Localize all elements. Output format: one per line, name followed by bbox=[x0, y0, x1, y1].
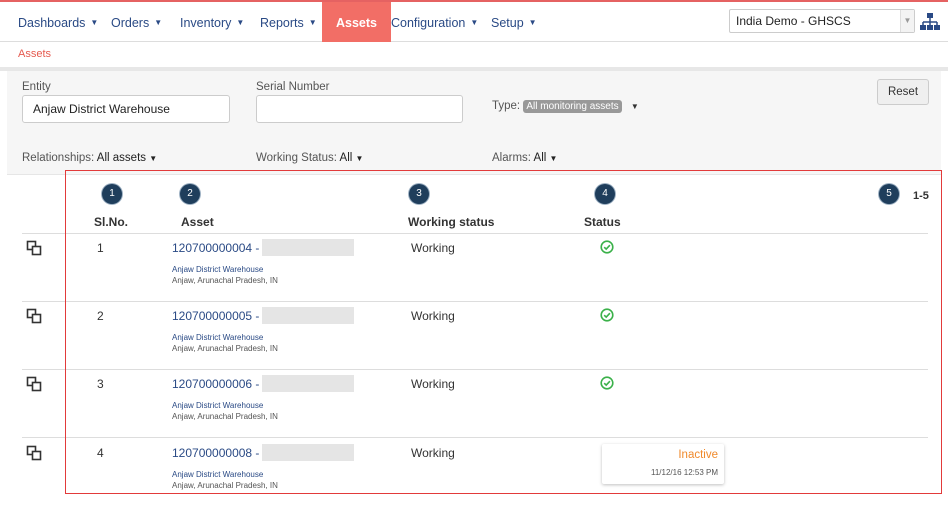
nav-setup[interactable]: Setup ▼ bbox=[491, 2, 537, 42]
redacted-text bbox=[262, 444, 354, 461]
caret-down-icon: ▼ bbox=[149, 154, 158, 163]
working-status-filter[interactable]: Working Status: All ▼ bbox=[256, 152, 363, 164]
nav-assets[interactable]: Assets bbox=[322, 2, 391, 42]
asset-entity[interactable]: Anjaw District Warehouse bbox=[172, 333, 263, 342]
marker-badge: 5 bbox=[879, 184, 899, 204]
status-timestamp: 11/12/16 12:53 PM bbox=[650, 468, 718, 477]
check-circle-icon bbox=[600, 376, 614, 390]
column-header-slno: Sl.No. bbox=[94, 215, 129, 229]
caret-down-icon: ▼ bbox=[355, 154, 364, 163]
nav-reports[interactable]: Reports ▼ bbox=[260, 2, 317, 42]
relationships-label: Relationships: bbox=[22, 152, 95, 164]
marker-badge: 4 bbox=[595, 184, 615, 204]
row-slno: 3 bbox=[97, 377, 104, 391]
nav-inventory[interactable]: Inventory ▼ bbox=[180, 2, 244, 42]
serial-number-field[interactable] bbox=[256, 95, 463, 123]
relationships-value: All assets bbox=[96, 152, 147, 164]
asset-entity[interactable]: Anjaw District Warehouse bbox=[172, 401, 263, 410]
type-filter[interactable]: Type: All monitoring assets ▼ bbox=[492, 100, 639, 113]
alarms-label: Alarms: bbox=[492, 152, 531, 164]
alarms-value: All bbox=[533, 152, 547, 164]
entity-field[interactable]: Anjaw District Warehouse bbox=[22, 95, 230, 123]
reset-button[interactable]: Reset bbox=[877, 79, 929, 105]
row-divider bbox=[22, 301, 928, 302]
top-nav: Dashboards ▼ Orders ▼ Inventory ▼ Reports ▼ … bbox=[0, 0, 948, 42]
caret-down-icon: ▼ bbox=[549, 154, 558, 163]
redacted-text bbox=[262, 375, 354, 392]
marker-badge: 2 bbox=[180, 184, 200, 204]
type-badge: All monitoring assets bbox=[523, 100, 622, 113]
working-status: Working bbox=[411, 241, 455, 255]
caret-down-icon: ▼ bbox=[528, 18, 537, 27]
row-slno: 4 bbox=[97, 446, 104, 460]
asset-link[interactable]: 120700000005 - F bbox=[172, 309, 270, 323]
asset-location: Anjaw, Arunachal Pradesh, IN bbox=[172, 276, 278, 285]
copy-icon[interactable] bbox=[26, 240, 42, 256]
copy-icon[interactable] bbox=[26, 376, 42, 392]
working-status-value: All bbox=[339, 152, 353, 164]
check-circle-icon bbox=[600, 308, 614, 322]
asset-link[interactable]: 120700000006 - F bbox=[172, 377, 270, 391]
pagination-range: 1-5 bbox=[913, 190, 929, 202]
column-header-working-status: Working status bbox=[408, 215, 495, 229]
status-inactive: Inactive bbox=[678, 449, 718, 461]
row-slno: 1 bbox=[97, 241, 104, 255]
tenant-select-value: India Demo - GHSCS bbox=[736, 14, 851, 28]
working-status: Working bbox=[411, 446, 455, 460]
copy-icon[interactable] bbox=[26, 445, 42, 461]
entity-field-value: Anjaw District Warehouse bbox=[33, 102, 170, 116]
caret-down-icon: ▼ bbox=[90, 18, 99, 27]
redacted-text bbox=[262, 239, 354, 256]
check-circle-icon bbox=[600, 240, 614, 254]
row-slno: 2 bbox=[97, 309, 104, 323]
select-arrow-icon: ▼ bbox=[900, 10, 914, 32]
copy-icon[interactable] bbox=[26, 308, 42, 324]
serial-number-label: Serial Number bbox=[256, 81, 330, 93]
tenant-select[interactable]: India Demo - GHSCS ▼ bbox=[729, 9, 915, 33]
alarms-filter[interactable]: Alarms: All ▼ bbox=[492, 152, 557, 164]
marker-badge: 3 bbox=[409, 184, 429, 204]
caret-down-icon: ▼ bbox=[630, 102, 639, 111]
caret-down-icon: ▼ bbox=[154, 18, 163, 27]
asset-entity[interactable]: Anjaw District Warehouse bbox=[172, 265, 263, 274]
relationships-filter[interactable]: Relationships: All assets ▼ bbox=[22, 152, 157, 164]
working-status: Working bbox=[411, 309, 455, 323]
working-status: Working bbox=[411, 377, 455, 391]
nav-orders[interactable]: Orders ▼ bbox=[111, 2, 162, 42]
row-divider bbox=[22, 437, 928, 438]
caret-down-icon: ▼ bbox=[470, 18, 479, 27]
caret-down-icon: ▼ bbox=[236, 18, 245, 27]
caret-down-icon: ▼ bbox=[308, 18, 317, 27]
marker-badge: 1 bbox=[102, 184, 122, 204]
nav-dashboards[interactable]: Dashboards ▼ bbox=[18, 2, 98, 42]
asset-location: Anjaw, Arunachal Pradesh, IN bbox=[172, 412, 278, 421]
column-header-asset: Asset bbox=[181, 215, 214, 229]
header-divider bbox=[22, 233, 928, 234]
type-label: Type: bbox=[492, 100, 521, 112]
asset-location: Anjaw, Arunachal Pradesh, IN bbox=[172, 344, 278, 353]
org-chart-icon[interactable] bbox=[920, 12, 940, 32]
column-header-status: Status bbox=[584, 215, 621, 229]
nav-configuration[interactable]: Configuration ▼ bbox=[391, 2, 478, 42]
asset-link[interactable]: 120700000004 - F bbox=[172, 241, 270, 255]
breadcrumb[interactable]: Assets bbox=[18, 48, 51, 60]
asset-location: Anjaw, Arunachal Pradesh, IN bbox=[172, 481, 278, 490]
asset-entity[interactable]: Anjaw District Warehouse bbox=[172, 470, 263, 479]
status-card: Inactive 11/12/16 12:53 PM bbox=[602, 444, 724, 484]
asset-link[interactable]: 120700000008 - F bbox=[172, 446, 270, 460]
redacted-text bbox=[262, 307, 354, 324]
row-divider bbox=[22, 369, 928, 370]
working-status-label: Working Status: bbox=[256, 152, 337, 164]
entity-label: Entity bbox=[22, 81, 51, 93]
